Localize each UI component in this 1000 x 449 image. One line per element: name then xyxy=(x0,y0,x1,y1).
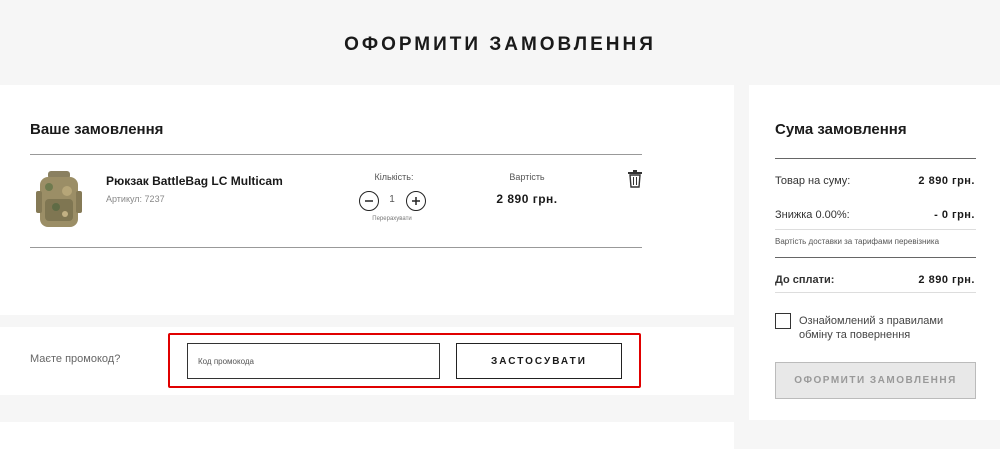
total-value: 2 890 грн. xyxy=(918,274,975,286)
order-title: Ваше замовлення xyxy=(30,121,164,138)
submit-order-button[interactable]: ОФОРМИТИ ЗАМОВЛЕННЯ xyxy=(775,362,976,399)
divider xyxy=(775,229,976,230)
goods-total-label: Товар на суму: xyxy=(775,175,851,187)
plus-icon xyxy=(412,197,420,205)
minus-icon xyxy=(365,200,373,202)
discount-value: - 0 грн. xyxy=(934,209,975,221)
delivery-note: Вартість доставки за тарифами перевізник… xyxy=(775,237,940,246)
quantity-label: Кількість: xyxy=(374,172,414,182)
quantity-increase-button[interactable] xyxy=(406,191,426,211)
page-title: ОФОРМИТИ ЗАМОВЛЕННЯ xyxy=(344,34,656,55)
terms-checkbox[interactable] xyxy=(775,313,791,329)
divider xyxy=(775,257,976,258)
cost-label: Вартість xyxy=(509,172,545,182)
recalculate-link[interactable]: Перерахувати xyxy=(364,216,420,222)
apply-promo-button[interactable]: ЗАСТОСУВАТИ xyxy=(456,343,622,379)
total-label: До сплати: xyxy=(775,274,835,286)
divider xyxy=(775,292,976,293)
product-sku: Артикул: 7237 xyxy=(106,194,165,204)
footer-panel xyxy=(0,422,734,449)
product-image[interactable] xyxy=(34,169,84,231)
divider xyxy=(30,154,642,155)
quantity-decrease-button[interactable] xyxy=(359,191,379,211)
promo-question: Маєте промокод? xyxy=(30,353,121,365)
trash-icon[interactable] xyxy=(628,170,642,188)
quantity-value[interactable]: 1 xyxy=(385,194,399,205)
discount-label: Знижка 0.00%: xyxy=(775,209,850,221)
goods-total-value: 2 890 грн. xyxy=(918,175,975,187)
product-name[interactable]: Рюкзак BattleBag LC Multicam xyxy=(106,174,283,188)
divider xyxy=(30,247,642,248)
divider xyxy=(775,158,976,159)
item-cost: 2 890 грн. xyxy=(496,192,558,206)
promo-code-input[interactable] xyxy=(187,343,440,379)
terms-label[interactable]: Ознайомлений з правилами обміну та повер… xyxy=(799,314,969,342)
summary-title: Сума замовлення xyxy=(775,121,907,138)
